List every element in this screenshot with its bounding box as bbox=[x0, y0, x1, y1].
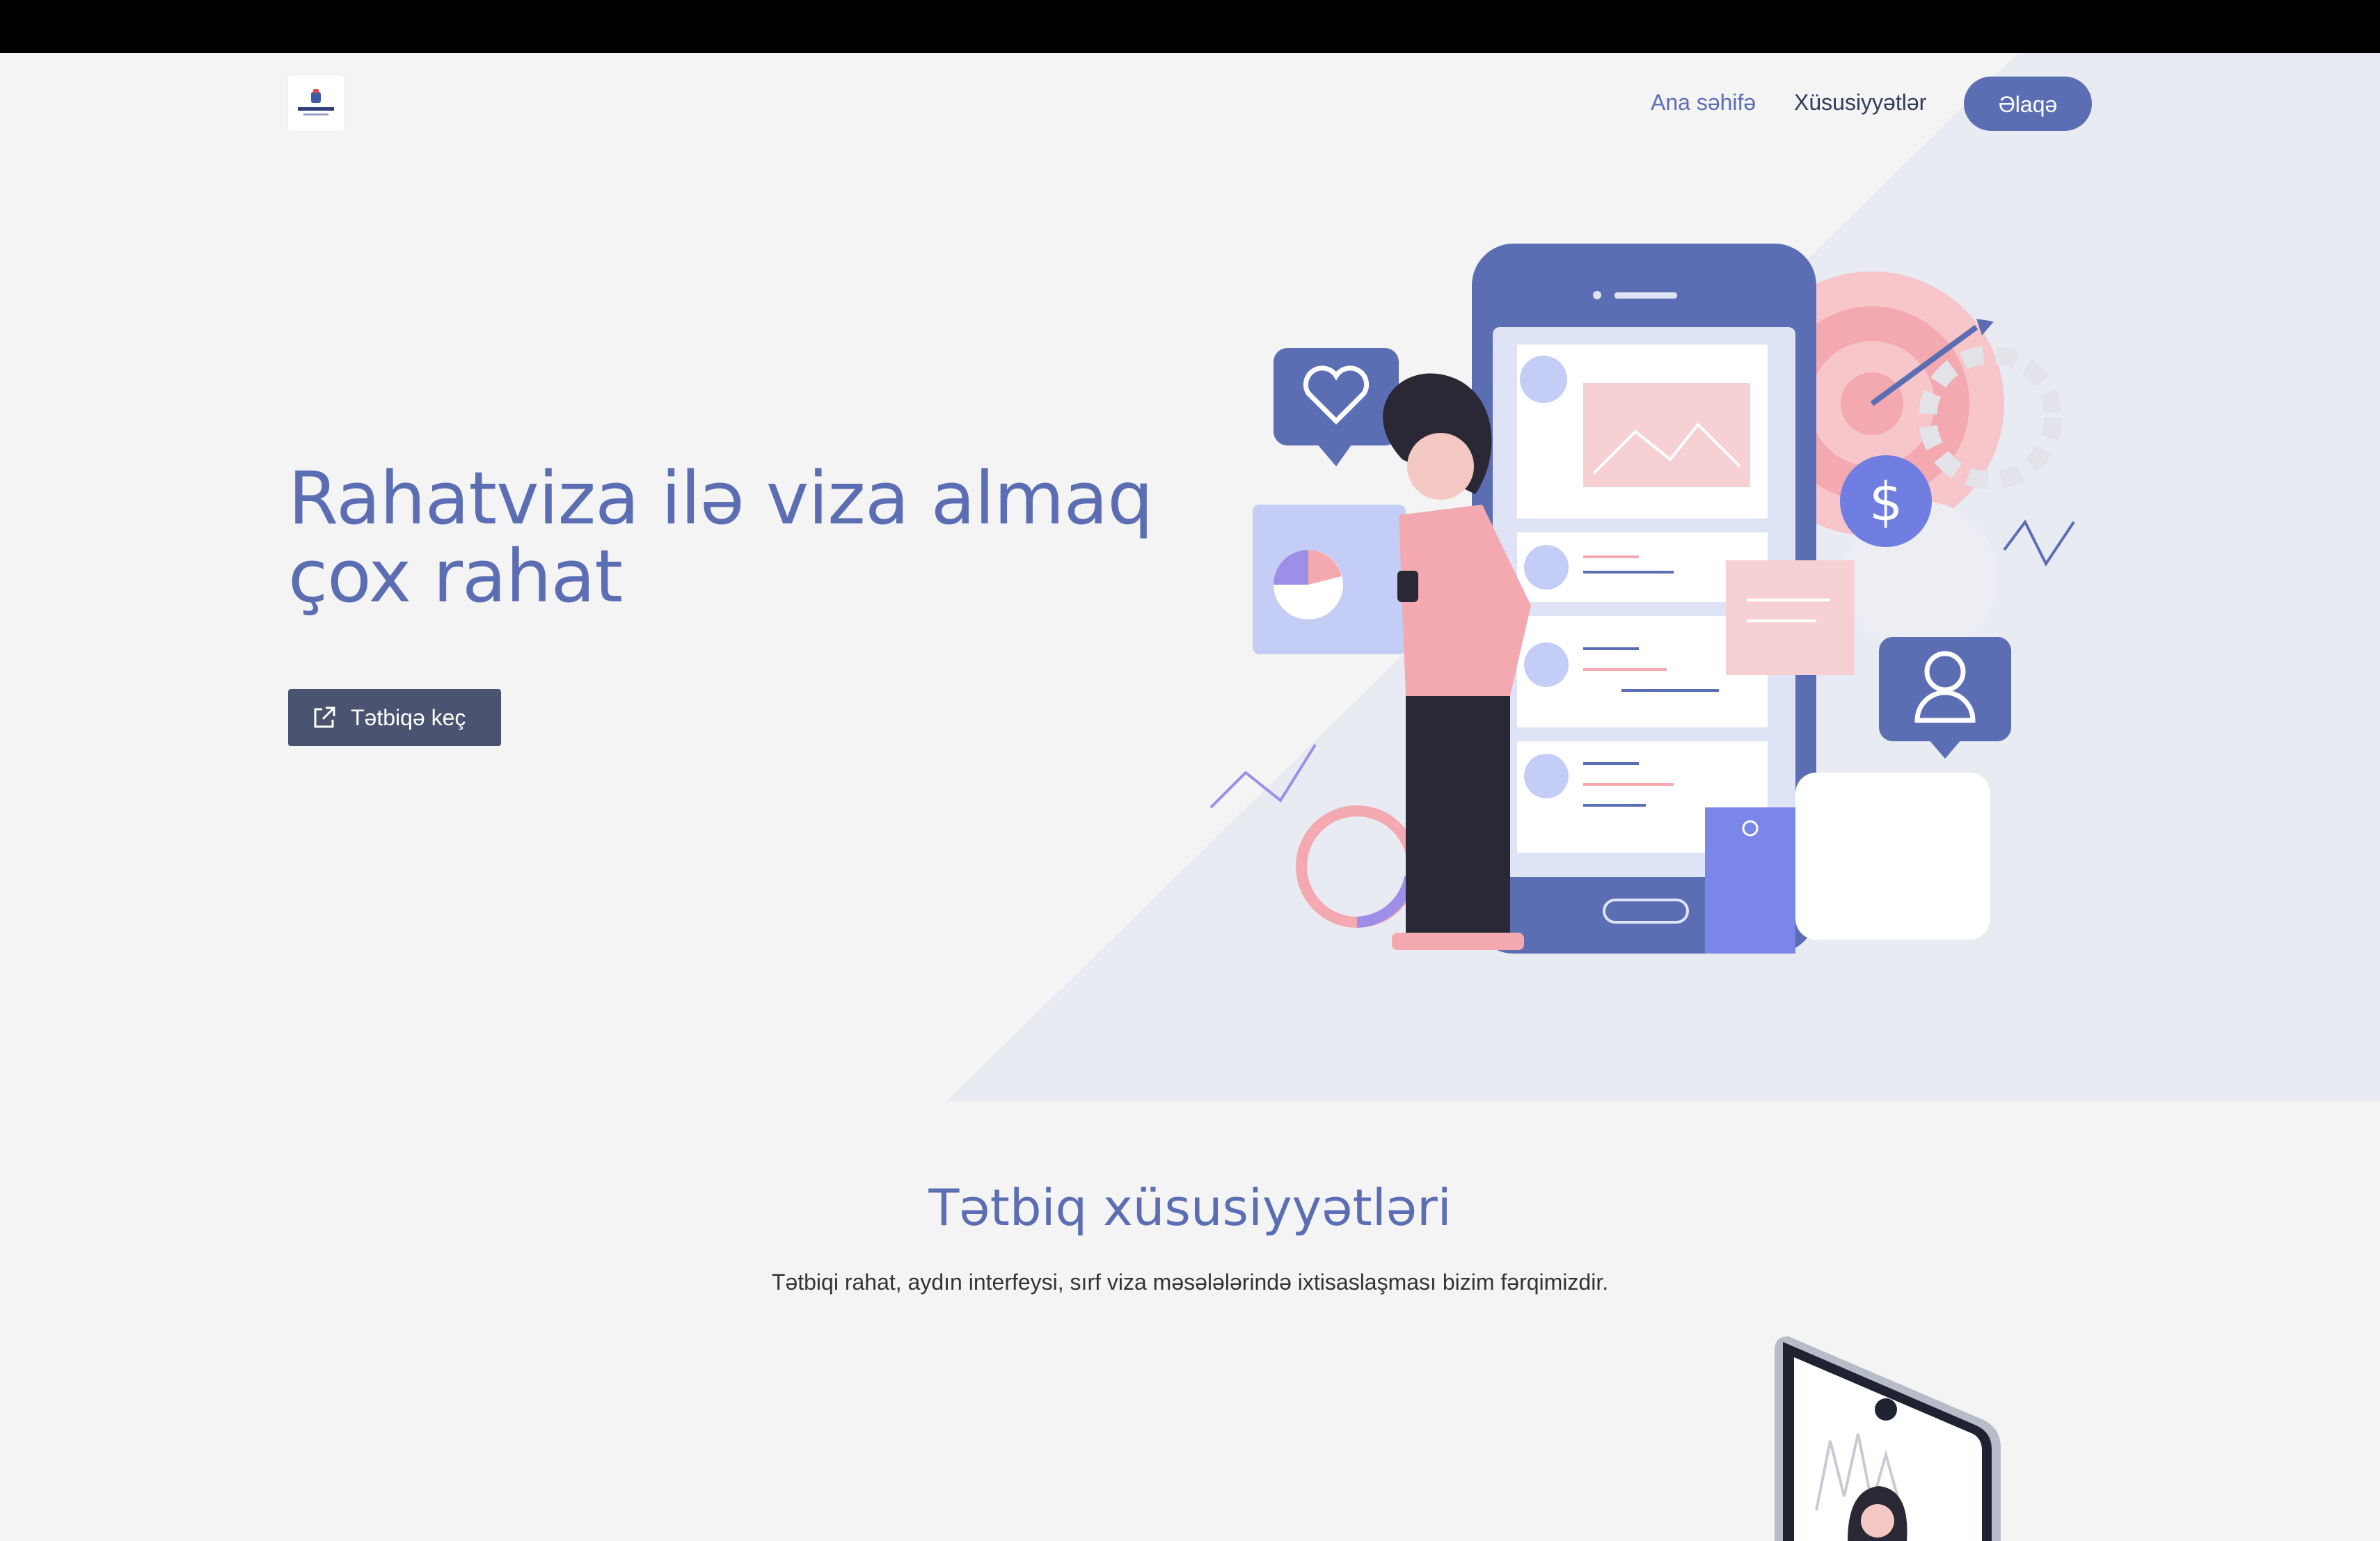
open-app-label: Tətbiqə keç bbox=[351, 704, 466, 730]
nav-features-link[interactable]: Xüsusiyyətlər bbox=[1794, 87, 1926, 118]
svg-text:$: $ bbox=[1869, 471, 1903, 532]
hero-title: Rahatviza ilə viza almaq çox rahat bbox=[288, 456, 1153, 619]
nav-home-link[interactable]: Ana səhifə bbox=[1651, 87, 1756, 118]
rahatviza-logo-icon bbox=[298, 89, 334, 116]
open-app-button[interactable]: Tətbiqə keç bbox=[288, 689, 501, 746]
features-phone-illustration bbox=[1775, 1336, 2001, 1541]
hero-illustration: $ bbox=[1209, 244, 2075, 954]
features-section-title: Tətbiq xüsusiyyətləri bbox=[928, 1178, 1452, 1237]
browser-top-bar bbox=[0, 0, 2380, 53]
site-logo[interactable] bbox=[288, 75, 344, 131]
external-link-icon bbox=[314, 706, 335, 728]
features-section-subtitle: Tətbiqi rahat, aydın interfeysi, sırf vi… bbox=[771, 1270, 1609, 1295]
nav-contact-button[interactable]: Əlaqə bbox=[1964, 77, 2092, 131]
